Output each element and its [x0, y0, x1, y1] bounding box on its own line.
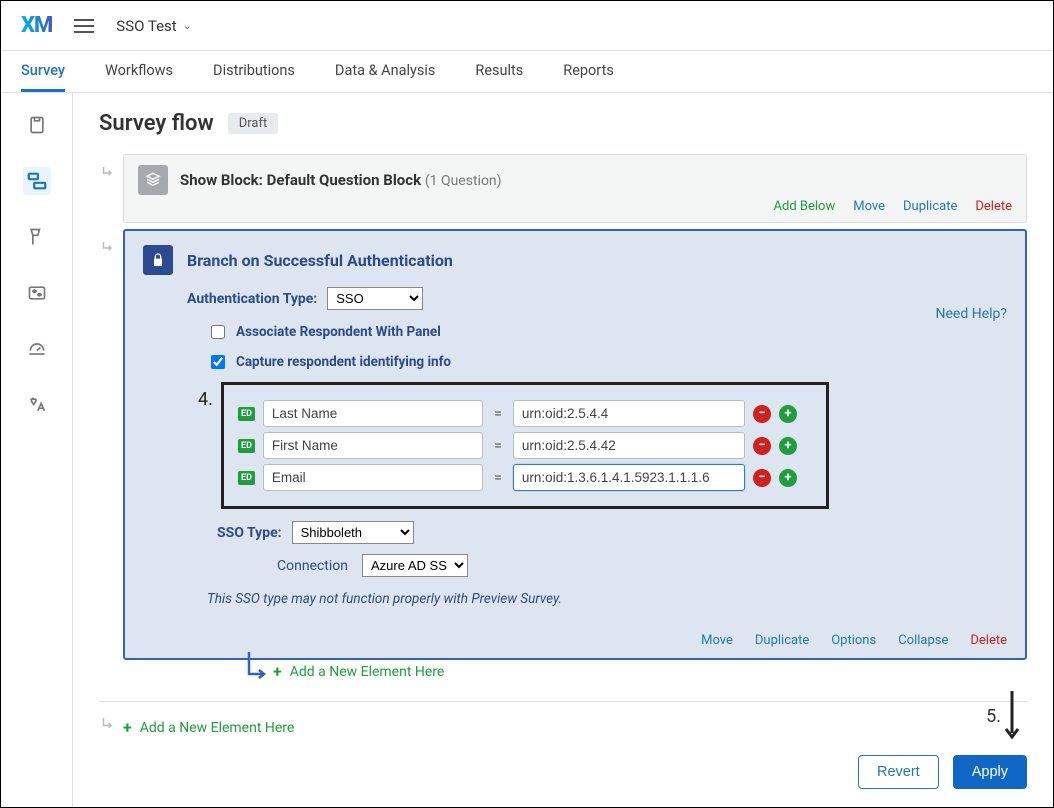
main-tabs: Survey Workflows Distributions Data & An… [1, 51, 1053, 93]
tab-distributions[interactable]: Distributions [213, 51, 295, 92]
branch-collapse-button[interactable]: Collapse [898, 633, 948, 648]
rail-survey-flow-icon[interactable] [23, 167, 51, 195]
embedded-data-icon: ED [238, 471, 255, 485]
embedded-data-icon: ED [238, 439, 255, 453]
add-element-nested-button[interactable]: + Add a New Element Here [273, 662, 1027, 681]
top-bar: XM SSO Test ⌄ [1, 1, 1053, 51]
equals-label: = [491, 470, 505, 486]
flow-connector-icon [99, 239, 117, 257]
need-help-link[interactable]: Need Help? [936, 306, 1008, 322]
field-name-input[interactable] [263, 464, 483, 491]
remove-field-button[interactable]: − [753, 437, 771, 455]
flow-connector-icon [99, 164, 117, 182]
annotation-arrow-icon [1003, 691, 1021, 745]
menu-icon[interactable] [74, 19, 94, 33]
rail-builder-icon[interactable] [23, 111, 51, 139]
show-block: Show Block: Default Question Block (1 Qu… [123, 154, 1027, 223]
capture-info-label: Capture respondent identifying info [236, 354, 451, 370]
flow-connector-icon [245, 652, 271, 692]
revert-button[interactable]: Revert [858, 755, 939, 789]
field-value-input[interactable] [513, 464, 745, 491]
app-logo: XM [21, 13, 52, 38]
tab-workflows[interactable]: Workflows [105, 51, 173, 92]
embedded-data-icon: ED [238, 407, 255, 421]
delete-button[interactable]: Delete [975, 199, 1012, 214]
field-name-input[interactable] [263, 400, 483, 427]
sso-type-select[interactable]: Shibboleth [292, 521, 414, 544]
capture-fields-box: 4. ED = − + ED [221, 382, 829, 509]
equals-label: = [491, 406, 505, 422]
field-value-input[interactable] [513, 400, 745, 427]
plus-icon: + [273, 662, 282, 681]
duplicate-button[interactable]: Duplicate [903, 199, 957, 214]
add-field-button[interactable]: + [779, 405, 797, 423]
left-rail [1, 93, 73, 807]
field-value-input[interactable] [513, 432, 745, 459]
main-pane: Survey flow Draft Show Block: Default Qu… [73, 93, 1053, 807]
associate-panel-label: Associate Respondent With Panel [236, 324, 441, 340]
field-row: ED = − + [238, 400, 812, 427]
branch-delete-button[interactable]: Delete [970, 633, 1007, 648]
branch-options-button[interactable]: Options [831, 633, 876, 648]
apply-button[interactable]: Apply [953, 755, 1027, 789]
field-row: ED = − + [238, 464, 812, 491]
move-button[interactable]: Move [853, 199, 885, 214]
connection-label: Connection [277, 558, 348, 574]
branch-title: Branch on Successful Authentication [187, 251, 453, 270]
branch-authenticator-block: Branch on Successful Authentication Need… [123, 229, 1027, 660]
plus-icon: + [123, 718, 132, 737]
chevron-down-icon: ⌄ [183, 19, 192, 32]
remove-field-button[interactable]: − [753, 469, 771, 487]
lock-icon [143, 245, 173, 275]
branch-move-button[interactable]: Move [701, 633, 733, 648]
annotation-step-5: 5. [986, 706, 1001, 727]
rail-quotas-icon[interactable] [23, 335, 51, 363]
tab-reports[interactable]: Reports [563, 51, 614, 92]
remove-field-button[interactable]: − [753, 405, 771, 423]
sso-type-label: SSO Type: [217, 525, 282, 541]
add-field-button[interactable]: + [779, 469, 797, 487]
page-title: Survey flow [99, 111, 214, 136]
add-below-button[interactable]: Add Below [774, 199, 836, 214]
auth-type-label: Authentication Type: [187, 291, 317, 307]
rail-options-icon[interactable] [23, 279, 51, 307]
project-switcher[interactable]: SSO Test ⌄ [116, 17, 192, 35]
rail-translations-icon[interactable] [23, 391, 51, 419]
field-name-input[interactable] [263, 432, 483, 459]
auth-type-select[interactable]: SSO [327, 287, 423, 310]
tab-survey[interactable]: Survey [21, 51, 65, 92]
tab-data-analysis[interactable]: Data & Analysis [335, 51, 435, 92]
status-badge: Draft [228, 113, 279, 134]
tab-results[interactable]: Results [475, 51, 523, 92]
project-name: SSO Test [116, 17, 176, 35]
connection-select[interactable]: Azure AD SSO [362, 554, 468, 577]
annotation-step-4: 4. [198, 389, 213, 410]
block-icon [138, 165, 168, 195]
add-field-button[interactable]: + [779, 437, 797, 455]
show-block-title: Show Block: Default Question Block (1 Qu… [180, 171, 502, 189]
sso-warning-text: This SSO type may not function properly … [207, 591, 1007, 607]
associate-panel-checkbox[interactable] [211, 325, 225, 339]
rail-look-feel-icon[interactable] [23, 223, 51, 251]
add-element-root-button[interactable]: + Add a New Element Here [123, 718, 1027, 737]
capture-info-checkbox[interactable] [211, 355, 225, 369]
field-row: ED = − + [238, 432, 812, 459]
flow-connector-icon [99, 718, 117, 736]
branch-duplicate-button[interactable]: Duplicate [755, 633, 809, 648]
equals-label: = [491, 438, 505, 454]
